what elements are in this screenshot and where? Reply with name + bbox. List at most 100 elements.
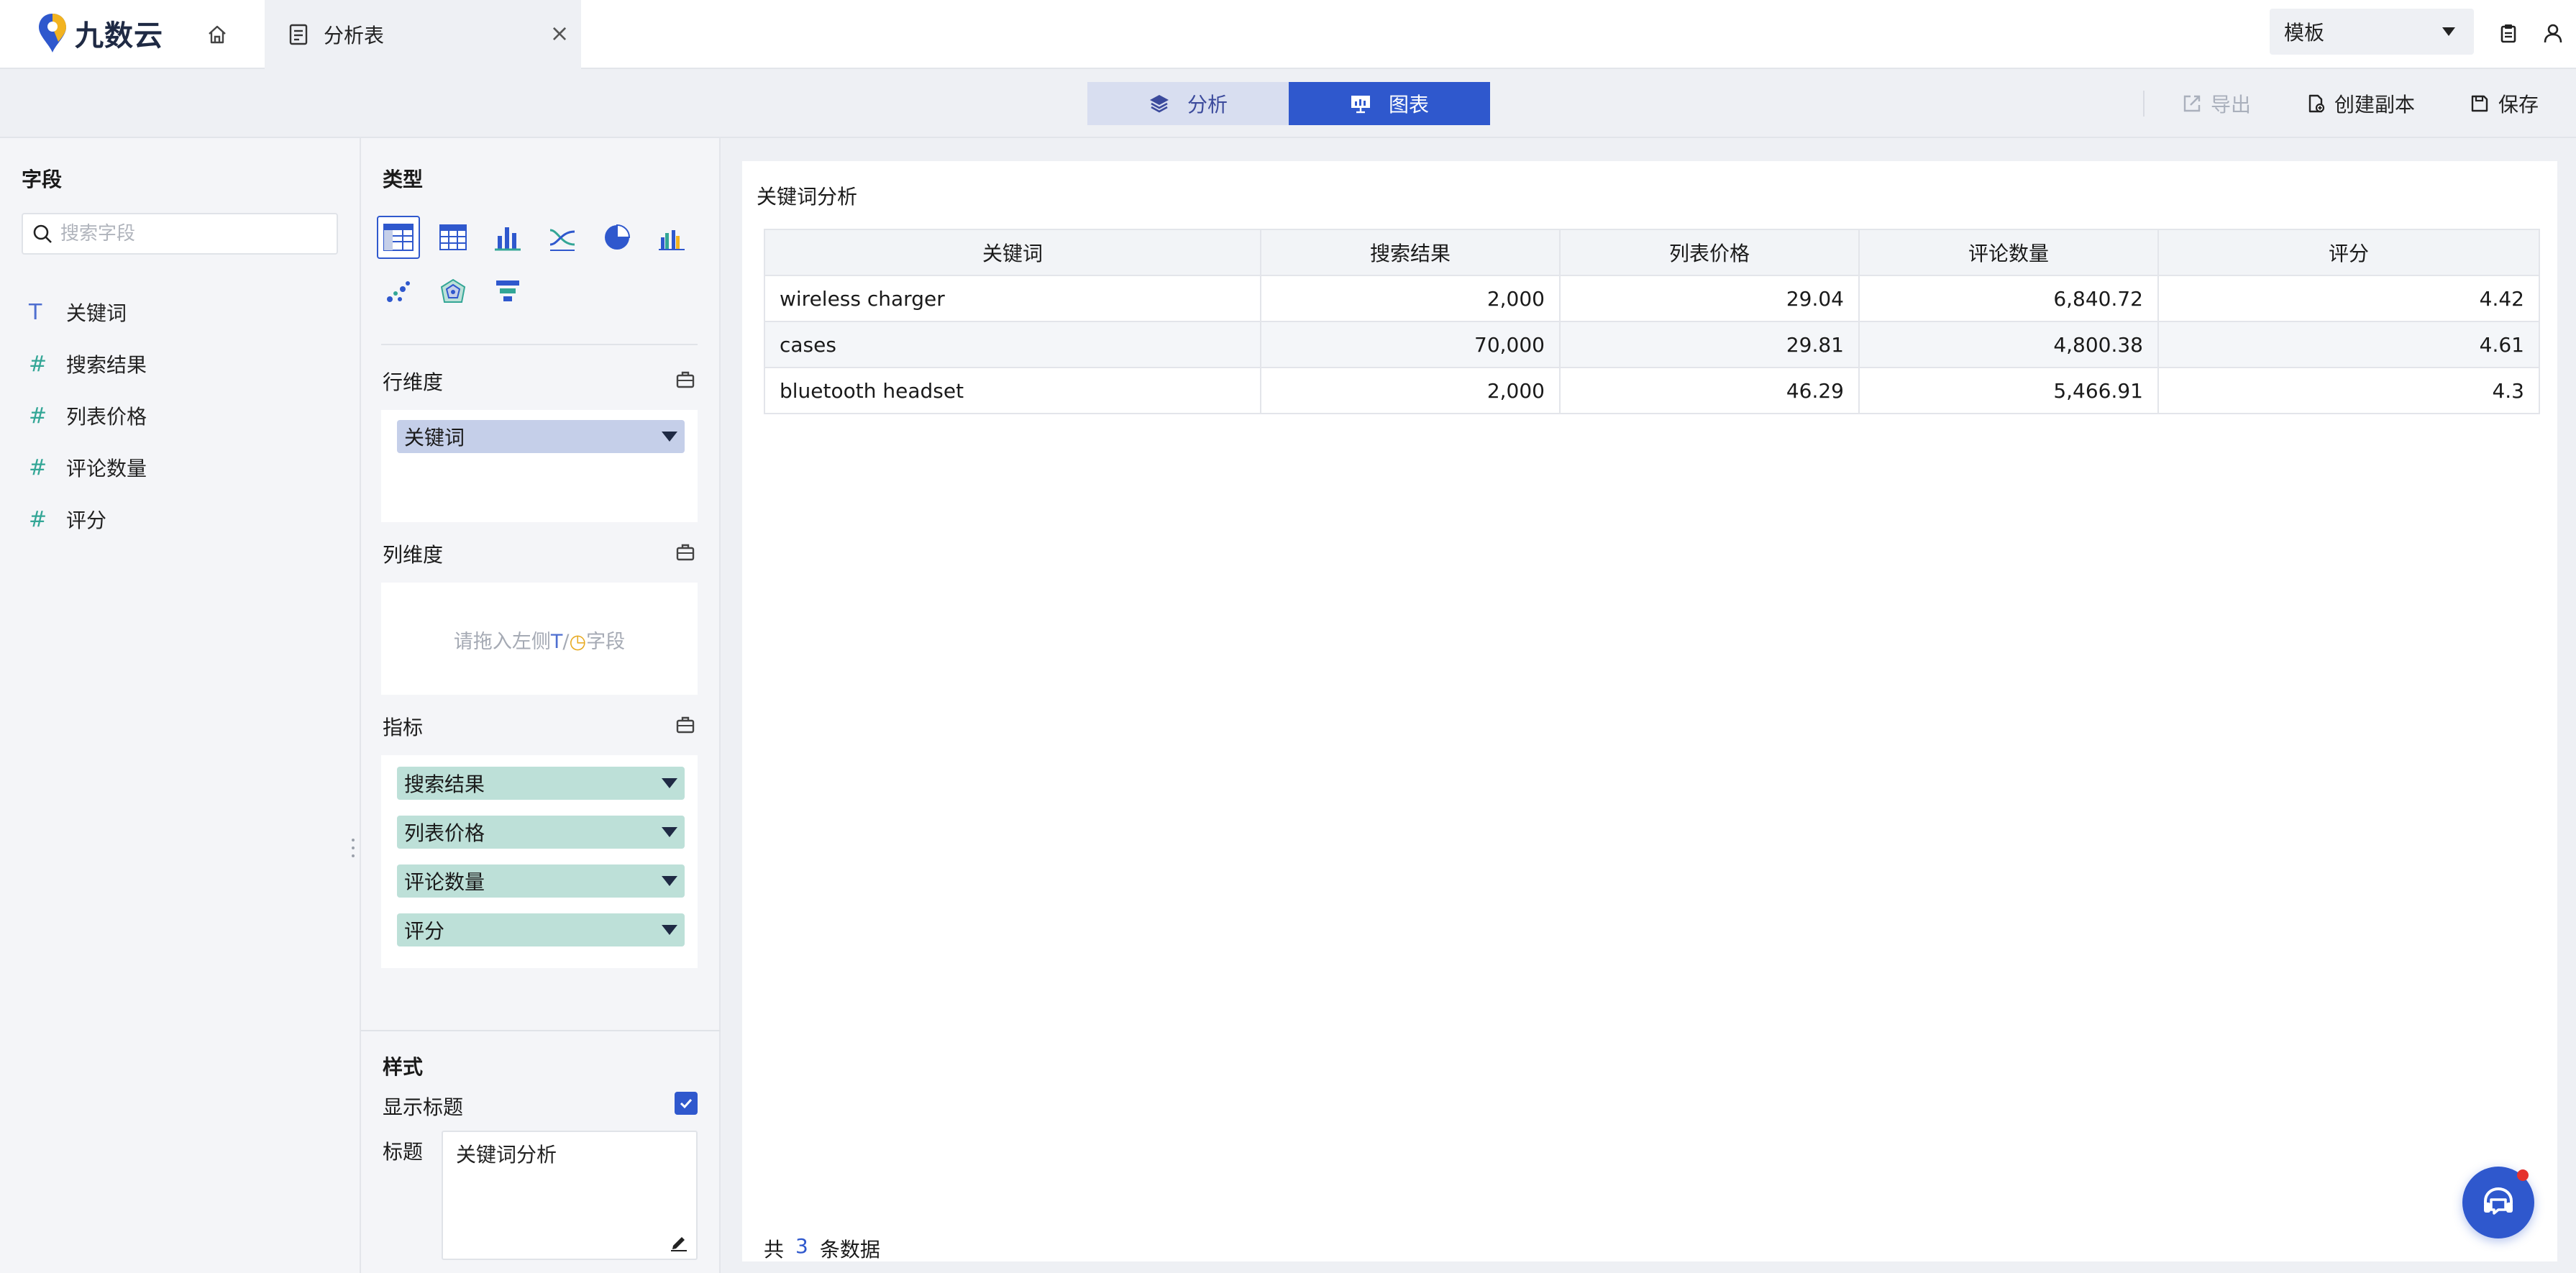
measure-pill[interactable]: 评论数量 (397, 864, 685, 898)
rich-edit-icon[interactable] (669, 1231, 689, 1251)
measure-pill[interactable]: 列表价格 (397, 816, 685, 849)
show-title-checkbox[interactable] (675, 1092, 698, 1115)
measure-pill[interactable]: 搜索结果 (397, 767, 685, 800)
table-cell: 5,466.91 (1858, 367, 2159, 414)
table-cell: 4.61 (2157, 321, 2540, 368)
save-button[interactable]: 保存 (2470, 86, 2539, 121)
funnel-chart-icon (496, 280, 519, 301)
mode-tab-chart[interactable]: 图表 (1289, 82, 1490, 125)
measure-pill[interactable]: 评分 (397, 913, 685, 946)
pill-label: 搜索结果 (404, 772, 485, 796)
chart-type-detail-table[interactable] (431, 216, 475, 259)
panel-resize-handle[interactable] (351, 837, 355, 859)
title-value: 关键词分析 (456, 1143, 557, 1167)
chevron-down-icon[interactable] (662, 827, 677, 837)
config-panel: 类型 行维度 关键词 列维度 请拖入左侧T/◷字段 指标 搜索结果 列表价格 评… (361, 138, 721, 1273)
clear-toolbox-icon[interactable] (675, 541, 696, 562)
date-type-icon: ◷ (569, 631, 587, 653)
table-card: 关键词分析 关键词 搜索结果 列表价格 评论数量 评分 wireless cha… (742, 161, 2557, 1261)
field-name: 搜索结果 (66, 353, 147, 377)
radar-chart-icon (440, 278, 466, 303)
chevron-down-icon (2442, 27, 2455, 36)
combo-bar-chart-icon (659, 230, 685, 250)
clear-toolbox-icon[interactable] (675, 368, 696, 390)
chart-type-funnel[interactable] (486, 270, 529, 314)
tab-close-icon[interactable]: × (545, 19, 574, 47)
export-icon (2183, 95, 2201, 112)
field-item-rating[interactable]: # 评分 (29, 493, 147, 545)
column-header[interactable]: 列表价格 (1559, 229, 1860, 276)
title-label: 标题 (383, 1140, 424, 1164)
support-chat-button[interactable] (2462, 1167, 2534, 1238)
field-item-keyword[interactable]: T 关键词 (29, 286, 147, 338)
table-header-row: 关键词 搜索结果 列表价格 评论数量 评分 (764, 229, 2540, 276)
chart-type-table[interactable] (377, 216, 420, 259)
clear-toolbox-icon[interactable] (675, 713, 696, 735)
text-type-icon: T (550, 631, 563, 653)
export-label: 导出 (2211, 93, 2252, 117)
document-icon (289, 24, 308, 45)
field-name: 关键词 (66, 301, 127, 325)
table-cell: 46.29 (1559, 367, 1860, 414)
chevron-down-icon[interactable] (662, 876, 677, 886)
search-icon (33, 224, 52, 243)
tab-analysis-sheet[interactable]: 分析表 × (265, 0, 581, 69)
row-count-suffix: 条数据 (819, 1238, 880, 1261)
field-item-review-count[interactable]: # 评论数量 (29, 442, 147, 493)
card-title: 关键词分析 (757, 185, 858, 209)
hint-prefix: 请拖入左侧 (453, 631, 551, 653)
brand-logo-icon (39, 14, 66, 53)
measures-dropzone[interactable]: 搜索结果 列表价格 评论数量 评分 (381, 755, 698, 968)
copy-document-icon (2308, 94, 2325, 113)
field-search-input[interactable] (60, 223, 319, 245)
measures-title: 指标 (383, 716, 424, 739)
title-textarea[interactable]: 关键词分析 (442, 1131, 698, 1260)
row-dimension-pill[interactable]: 关键词 (397, 420, 685, 453)
user-button[interactable] (2537, 17, 2569, 49)
row-count-prefix: 共 (764, 1238, 785, 1261)
column-dimension-dropzone[interactable]: 请拖入左侧T/◷字段 (381, 583, 698, 695)
chevron-down-icon[interactable] (662, 432, 677, 442)
mode-tab-analysis[interactable]: 分析 (1087, 82, 1289, 125)
user-icon (2544, 24, 2562, 43)
row-dimension-dropzone[interactable]: 关键词 (381, 410, 698, 522)
field-name: 评论数量 (66, 457, 147, 480)
field-panel: 字段 T 关键词 # 搜索结果 # 列表价格 # 评论数量 # 评分 (0, 138, 361, 1273)
chart-type-bar[interactable] (486, 216, 529, 259)
clipboard-button[interactable] (2493, 17, 2524, 49)
save-icon (2471, 95, 2488, 112)
export-button[interactable]: 导出 (2182, 86, 2251, 121)
chart-type-pie[interactable] (595, 216, 639, 259)
table-row: wireless charger 2,000 29.04 6,840.72 4.… (764, 275, 2540, 322)
home-button[interactable] (200, 17, 234, 52)
chart-canvas: 关键词分析 关键词 搜索结果 列表价格 评论数量 评分 wireless cha… (721, 138, 2576, 1273)
field-item-search-results[interactable]: # 搜索结果 (29, 338, 147, 390)
table-cell: 70,000 (1260, 321, 1561, 368)
chart-type-combo-bar[interactable] (650, 216, 693, 259)
column-header[interactable]: 关键词 (764, 229, 1261, 276)
style-title: 样式 (383, 1055, 424, 1079)
column-header[interactable]: 搜索结果 (1260, 229, 1561, 276)
column-header[interactable]: 评论数量 (1858, 229, 2159, 276)
chart-type-radar[interactable] (431, 270, 475, 314)
chevron-down-icon[interactable] (662, 778, 677, 788)
mode-tab-analysis-label: 分析 (1187, 93, 1228, 117)
table-row: bluetooth headset 2,000 46.29 5,466.91 4… (764, 367, 2540, 414)
field-item-list-price[interactable]: # 列表价格 (29, 390, 147, 442)
create-copy-button[interactable]: 创建副本 (2306, 86, 2415, 121)
create-copy-label: 创建副本 (2334, 93, 2416, 117)
chart-type-scatter[interactable] (377, 270, 420, 314)
table-cell: 6,840.72 (1858, 275, 2159, 322)
save-label: 保存 (2498, 93, 2539, 117)
mode-tab-chart-label: 图表 (1388, 93, 1429, 117)
pill-label: 关键词 (404, 426, 465, 450)
chart-type-line[interactable] (541, 216, 584, 259)
template-dropdown[interactable]: 模板 (2270, 9, 2474, 55)
chevron-down-icon[interactable] (662, 925, 677, 935)
brand-logo[interactable]: 九数云 (36, 10, 163, 56)
layers-icon (1149, 95, 1169, 113)
column-dimension-title: 列维度 (383, 543, 444, 567)
field-search[interactable] (22, 213, 338, 255)
table-cell: 2,000 (1260, 275, 1561, 322)
column-header[interactable]: 评分 (2157, 229, 2540, 276)
